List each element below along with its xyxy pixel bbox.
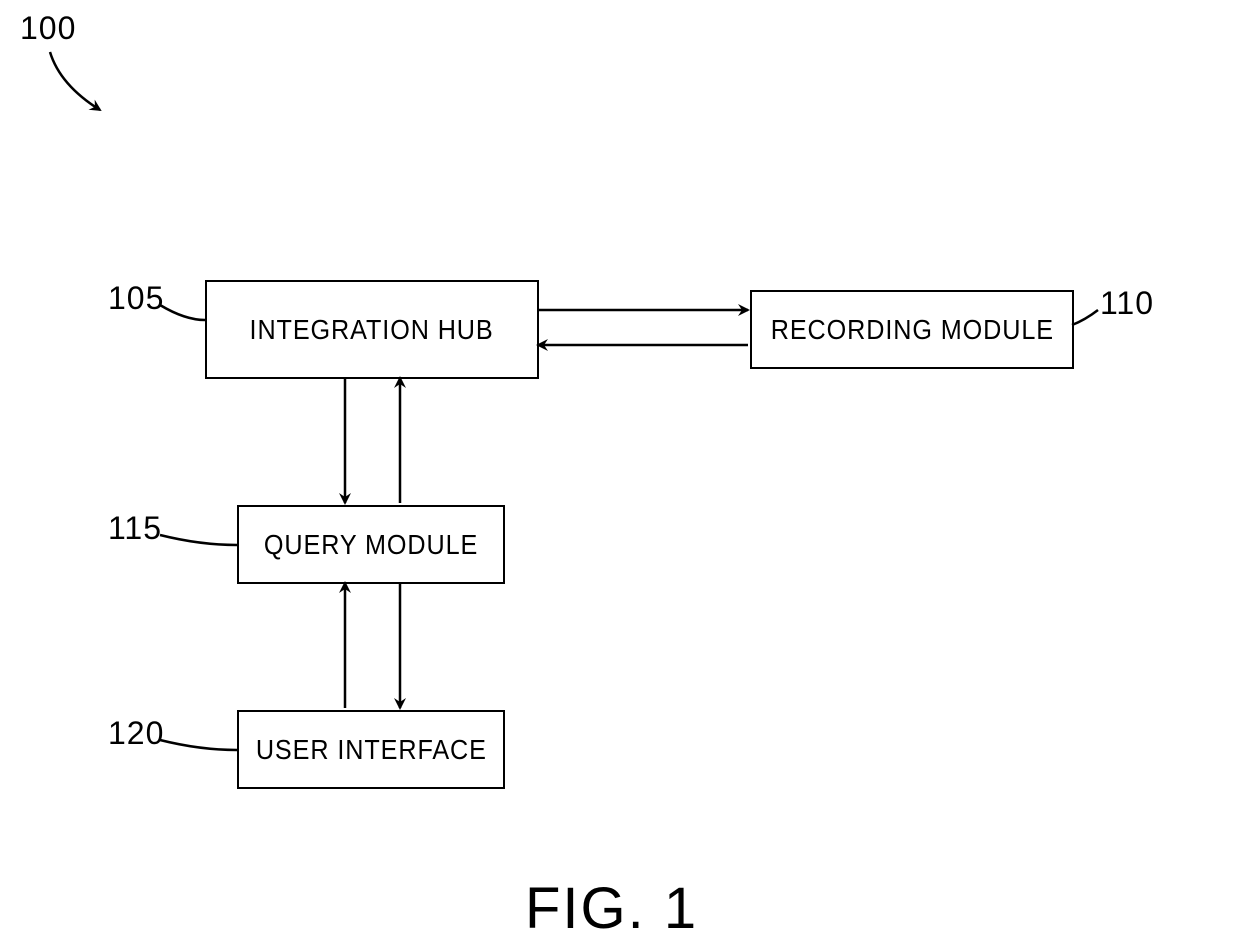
leader-110 — [1072, 310, 1098, 325]
figure-caption: FIG. 1 — [525, 875, 698, 942]
block-user-interface: USER INTERFACE — [237, 710, 505, 789]
leader-115 — [160, 535, 237, 545]
leader-105 — [160, 305, 205, 320]
block-user-interface-label: USER INTERFACE — [255, 734, 486, 766]
figure-ref-100: 100 — [20, 10, 76, 47]
block-integration-hub-label: INTEGRATION HUB — [250, 314, 494, 346]
ref-115: 115 — [108, 510, 162, 547]
figure-canvas: 100 INTEGRATION HUB 105 RECORDING MODULE… — [0, 0, 1240, 941]
block-recording-module: RECORDING MODULE — [750, 290, 1074, 369]
block-recording-module-label: RECORDING MODULE — [770, 314, 1053, 346]
block-integration-hub: INTEGRATION HUB — [205, 280, 539, 379]
ref-105: 105 — [108, 280, 164, 317]
block-query-module: QUERY MODULE — [237, 505, 505, 584]
leader-100 — [50, 52, 100, 110]
ref-110: 110 — [1100, 285, 1154, 322]
block-query-module-label: QUERY MODULE — [264, 529, 478, 561]
connectors-overlay — [0, 0, 1240, 941]
ref-120: 120 — [108, 715, 164, 752]
leader-120 — [160, 740, 237, 750]
